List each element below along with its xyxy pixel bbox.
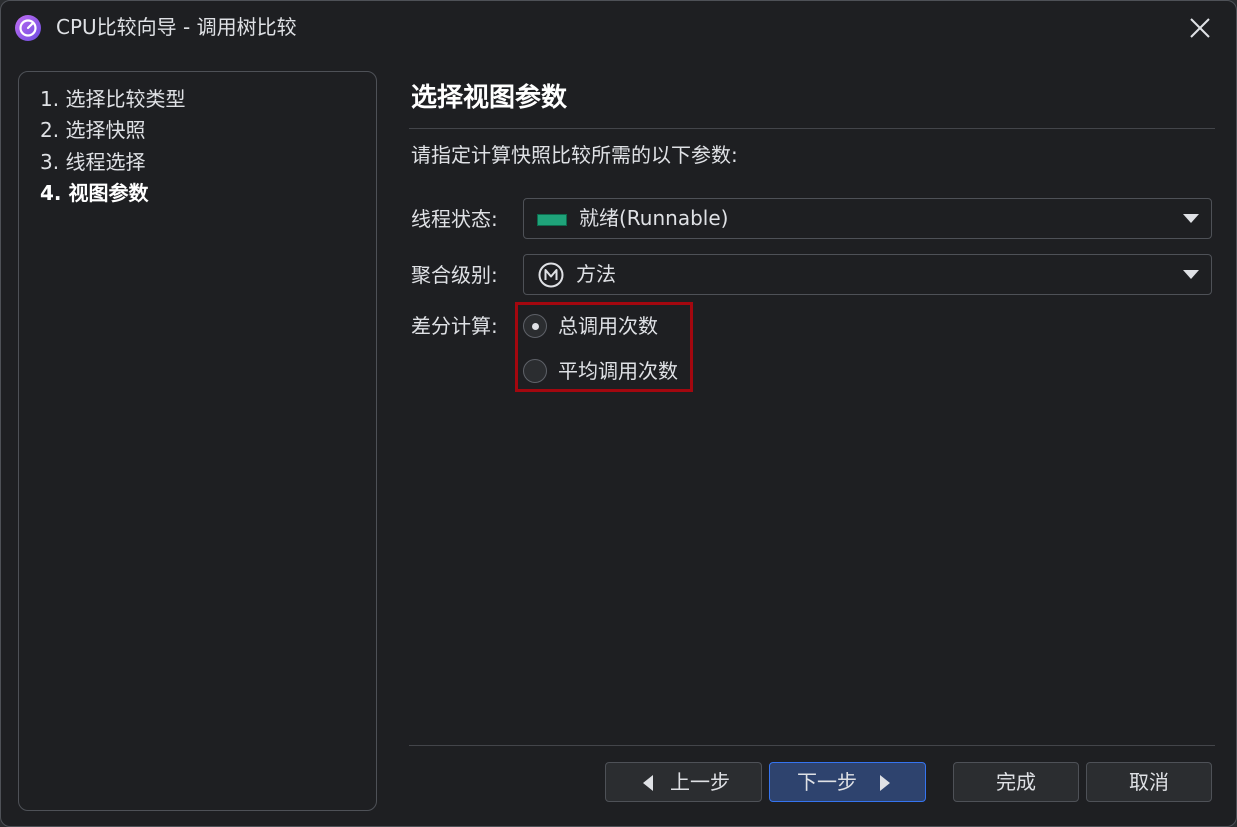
thread-state-dropdown[interactable]: 就绪(Runnable) <box>523 198 1212 239</box>
window-title: CPU比较向导 - 调用树比较 <box>56 15 297 39</box>
aggregation-level-dropdown[interactable]: 方法 <box>523 254 1212 295</box>
thread-state-label: 线程状态: <box>411 207 498 231</box>
aggregation-level-value: 方法 <box>576 262 616 286</box>
chevron-right-icon <box>880 775 890 791</box>
title-bar: CPU比较向导 - 调用树比较 <box>1 1 1236 55</box>
step-select-snapshot: 2. 选择快照 <box>40 118 146 142</box>
wizard-steps-panel: 1. 选择比较类型 2. 选择快照 3. 线程选择 4. 视图参数 <box>18 71 377 811</box>
finish-button-label: 完成 <box>996 770 1036 794</box>
title-divider <box>409 128 1215 129</box>
page-description: 请指定计算快照比较所需的以下参数: <box>411 143 738 167</box>
runnable-color-swatch <box>537 214 567 226</box>
dialog-window: CPU比较向导 - 调用树比较 1. 选择比较类型 2. 选择快照 3. 线程选… <box>0 0 1237 827</box>
back-button-label: 上一步 <box>670 770 730 794</box>
page-title: 选择视图参数 <box>411 83 568 113</box>
aggregation-level-label: 聚合级别: <box>411 263 498 287</box>
footer-divider <box>409 745 1215 746</box>
annotation-highlight-box <box>515 302 693 392</box>
diff-calc-label: 差分计算: <box>411 314 498 338</box>
chevron-down-icon <box>1183 270 1199 279</box>
step-view-params: 4. 视图参数 <box>40 181 149 205</box>
next-button[interactable]: 下一步 <box>769 762 926 802</box>
step-thread-selection: 3. 线程选择 <box>40 150 146 174</box>
next-button-label: 下一步 <box>797 770 857 794</box>
back-button[interactable]: 上一步 <box>605 762 762 802</box>
cancel-button[interactable]: 取消 <box>1086 762 1212 802</box>
thread-state-value: 就绪(Runnable) <box>579 206 729 230</box>
close-button[interactable] <box>1181 9 1219 47</box>
step-select-compare-type: 1. 选择比较类型 <box>40 87 186 111</box>
method-m-icon <box>538 262 564 288</box>
finish-button[interactable]: 完成 <box>953 762 1079 802</box>
close-icon <box>1190 18 1210 38</box>
profiler-app-icon <box>14 14 42 42</box>
chevron-down-icon <box>1183 214 1199 223</box>
cancel-button-label: 取消 <box>1129 770 1169 794</box>
chevron-left-icon <box>643 775 653 791</box>
